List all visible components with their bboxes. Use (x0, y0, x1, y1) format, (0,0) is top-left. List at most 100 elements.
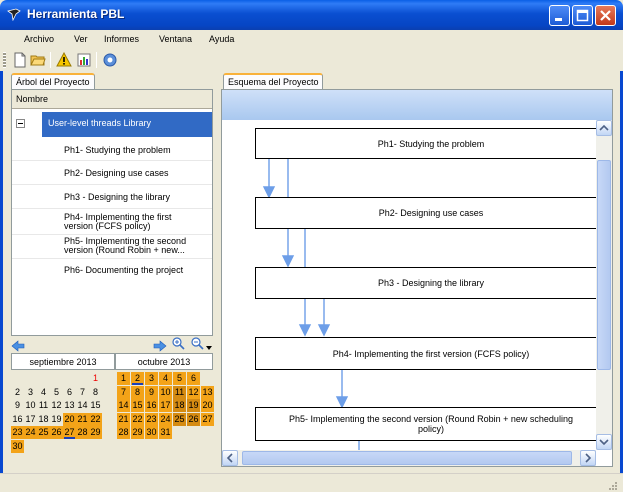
dropdown-arrow-icon[interactable] (206, 346, 212, 350)
menu-informes[interactable]: Informes (104, 34, 139, 44)
calendar-day[interactable]: 14 (117, 399, 130, 412)
calendar-prev-icon[interactable] (11, 340, 25, 352)
calendar-day[interactable]: 31 (159, 426, 172, 439)
calendar-day[interactable]: 13 (201, 385, 214, 399)
tree-item[interactable]: Ph5- Implementing the second version (Ro… (12, 235, 212, 259)
calendar-day[interactable]: 19 (187, 399, 200, 412)
calendar-day[interactable]: 16 (11, 413, 24, 426)
calendar-day[interactable]: 2 (11, 386, 24, 399)
tab-arbol-proyecto[interactable]: Árbol del Proyecto (11, 73, 95, 90)
calendar-day[interactable]: 23 (145, 412, 158, 426)
calendar-day[interactable]: 29 (89, 426, 102, 439)
calendar-day[interactable]: 9 (11, 399, 24, 412)
diagram-phase-box[interactable]: Ph2- Designing use cases (255, 197, 596, 229)
calendar-day[interactable]: 26 (187, 412, 200, 426)
horizontal-scrollbar[interactable] (222, 450, 596, 466)
calendar-next-icon[interactable] (153, 340, 167, 352)
zoom-in-icon[interactable] (172, 337, 185, 351)
calendar-day[interactable]: 1 (89, 372, 102, 385)
calendar-day[interactable]: 24 (159, 412, 172, 426)
collapse-icon[interactable] (16, 119, 25, 128)
calendar-day[interactable]: 5 (173, 372, 186, 385)
calendar-day[interactable]: 22 (131, 412, 144, 426)
scroll-left-button[interactable] (222, 450, 238, 466)
calendar-day[interactable]: 21 (76, 412, 89, 426)
calendar-day[interactable]: 6 (187, 372, 200, 385)
tree-item[interactable]: Ph3 - Designing the library (12, 185, 212, 209)
calendar-day[interactable]: 17 (159, 399, 172, 412)
calendar-day[interactable]: 28 (76, 426, 89, 439)
settings-icon[interactable] (102, 52, 118, 68)
calendar-day[interactable]: 27 (201, 412, 214, 426)
calendar-day[interactable]: 4 (159, 372, 172, 385)
calendar-day[interactable]: 8 (89, 386, 102, 399)
calendar-day[interactable]: 30 (11, 439, 24, 453)
calendar-day[interactable]: 30 (145, 426, 158, 439)
menu-ver[interactable]: Ver (74, 34, 88, 44)
diagram-phase-box[interactable]: Ph1- Studying the problem (255, 128, 596, 159)
calendar-day[interactable]: 23 (11, 426, 24, 439)
calendar-day[interactable]: 6 (63, 386, 76, 399)
tree-root-label[interactable]: User-level threads Library (42, 112, 212, 137)
resize-grip-icon[interactable] (606, 479, 618, 491)
close-button[interactable] (595, 5, 616, 26)
calendar-day[interactable]: 27 (63, 426, 76, 439)
calendar-day[interactable]: 15 (131, 399, 144, 412)
tree-item[interactable]: Ph1- Studying the problem (12, 137, 212, 161)
tree-item[interactable]: Ph4- Implementing the first version (FCF… (12, 209, 212, 235)
calendar-day[interactable]: 29 (131, 426, 144, 439)
diagram-phase-box[interactable]: Ph4- Implementing the first version (FCF… (255, 337, 596, 370)
calendar-day[interactable]: 4 (37, 386, 50, 399)
column-header-nombre[interactable]: Nombre (12, 90, 212, 109)
calendar-day[interactable]: 20 (63, 412, 76, 426)
calendar-day[interactable]: 3 (24, 386, 37, 399)
calendar-day[interactable]: 25 (173, 412, 186, 426)
calendar-day[interactable]: 12 (50, 399, 63, 412)
calendar-day[interactable]: 10 (159, 385, 172, 399)
calendar-day[interactable]: 7 (76, 386, 89, 399)
menu-ayuda[interactable]: Ayuda (209, 34, 234, 44)
tree-root-row[interactable]: User-level threads Library (12, 112, 212, 137)
calendar-day[interactable]: 17 (24, 413, 37, 426)
calendar-day[interactable]: 26 (50, 426, 63, 439)
zoom-out-icon[interactable] (191, 337, 204, 351)
calendar-day[interactable]: 3 (145, 372, 158, 385)
calendar-day[interactable]: 18 (173, 399, 186, 412)
calendar-day[interactable]: 25 (37, 426, 50, 439)
calendar-day[interactable]: 22 (89, 412, 102, 426)
scroll-up-button[interactable] (596, 120, 612, 136)
calendar-day[interactable]: 20 (201, 399, 214, 412)
tree-item[interactable]: Ph2- Designing use cases (12, 161, 212, 185)
calendar-day[interactable]: 19 (50, 413, 63, 426)
tab-esquema-proyecto[interactable]: Esquema del Proyecto (223, 73, 323, 90)
vertical-scrollbar[interactable] (596, 120, 612, 450)
open-icon[interactable] (30, 52, 46, 68)
calendar-day[interactable]: 1 (117, 372, 130, 385)
calendar-day[interactable]: 9 (145, 385, 158, 399)
calendar-day[interactable]: 28 (117, 426, 130, 439)
calendar-day[interactable]: 10 (24, 399, 37, 412)
calendar-day[interactable]: 2 (131, 372, 144, 385)
calendar-day[interactable]: 18 (37, 413, 50, 426)
vertical-scroll-thumb[interactable] (597, 160, 611, 370)
calendar-day[interactable]: 24 (24, 426, 37, 439)
calendar-day[interactable]: 8 (131, 385, 144, 399)
calendar-day[interactable]: 15 (89, 399, 102, 412)
calendar-day[interactable]: 5 (50, 386, 63, 399)
calendar-day[interactable]: 16 (145, 399, 158, 412)
calendar-day[interactable]: 11 (173, 385, 186, 399)
scroll-right-button[interactable] (580, 450, 596, 466)
calendar-day[interactable]: 21 (117, 412, 130, 426)
diagram-phase-box[interactable]: Ph3 - Designing the library (255, 267, 596, 299)
new-icon[interactable] (12, 52, 28, 68)
calendar-day[interactable]: 14 (76, 399, 89, 412)
menu-archivo[interactable]: Archivo (24, 34, 54, 44)
horizontal-scroll-thumb[interactable] (242, 451, 572, 465)
chart-icon[interactable] (76, 52, 92, 68)
calendar-day[interactable]: 13 (63, 399, 76, 412)
diagram-phase-box[interactable]: Ph5- Implementing the second version (Ro… (255, 407, 596, 441)
calendar-day[interactable]: 7 (117, 385, 130, 399)
maximize-button[interactable] (572, 5, 593, 26)
menu-ventana[interactable]: Ventana (159, 34, 192, 44)
calendar-day[interactable]: 12 (187, 385, 200, 399)
